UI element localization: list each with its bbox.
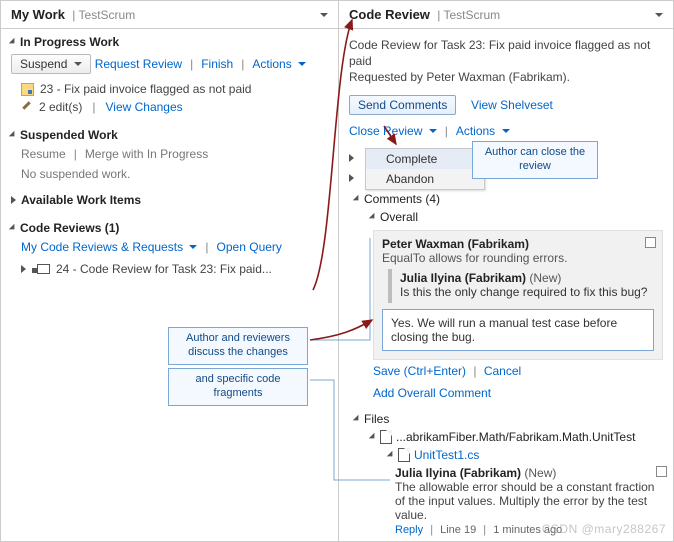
file-comment-body: The allowable error should be a constant… bbox=[395, 480, 663, 522]
thread-author: Peter Waxman (Fabrikam) bbox=[382, 237, 654, 251]
task-label: 23 - Fix paid invoice flagged as not pai… bbox=[40, 82, 251, 96]
chevron-down-icon bbox=[74, 62, 82, 70]
suspended-empty: No suspended work. bbox=[11, 167, 328, 181]
chevron-down-icon bbox=[9, 131, 17, 139]
my-work-pane: My Work | TestScrum In Progress Work Sus… bbox=[1, 1, 339, 541]
task-icon bbox=[21, 83, 34, 96]
chevron-down-icon bbox=[369, 432, 377, 440]
popup-abandon[interactable]: Abandon bbox=[366, 169, 484, 189]
file-row[interactable]: UnitTest1.cs bbox=[355, 446, 663, 464]
open-query-link[interactable]: Open Query bbox=[217, 240, 282, 254]
code-review-header: Code Review | TestScrum bbox=[339, 1, 673, 29]
files-path-row[interactable]: ...abrikamFiber.Math/Fabrikam.Math.UnitT… bbox=[355, 428, 663, 446]
callout-fragments: and specific code fragments bbox=[168, 368, 308, 406]
reply-body: Is this the only change required to fix … bbox=[400, 285, 648, 299]
files-path: ...abrikamFiber.Math/Fabrikam.Math.UnitT… bbox=[396, 430, 635, 444]
callout-discuss: Author and reviewers discuss the changes bbox=[168, 327, 308, 365]
chevron-down-icon bbox=[9, 224, 17, 232]
request-review-link[interactable]: Request Review bbox=[95, 57, 182, 71]
edit-icon bbox=[21, 101, 33, 113]
code-review-item-label: 24 - Code Review for Task 23: Fix paid..… bbox=[56, 262, 272, 276]
file-line: Line 19 bbox=[440, 524, 476, 536]
file-reply-link[interactable]: Reply bbox=[395, 524, 423, 536]
resume-link[interactable]: Resume bbox=[21, 147, 66, 161]
thread-body: EqualTo allows for rounding errors. bbox=[382, 251, 654, 265]
code-review-title: Code Review bbox=[349, 7, 430, 22]
review-description: Code Review for Task 23: Fix paid invoic… bbox=[349, 37, 663, 86]
in-progress-section: In Progress Work Suspend Request Review … bbox=[1, 29, 338, 122]
view-changes-link[interactable]: View Changes bbox=[105, 100, 182, 114]
suspend-button[interactable]: Suspend bbox=[11, 54, 91, 74]
overall-thread: Peter Waxman (Fabrikam) EqualTo allows f… bbox=[373, 230, 663, 360]
cancel-link[interactable]: Cancel bbox=[484, 364, 521, 378]
chevron-right-icon bbox=[349, 154, 354, 162]
popup-complete[interactable]: Complete bbox=[366, 149, 484, 169]
chevron-down-icon bbox=[298, 62, 306, 70]
my-work-menu-chevron[interactable] bbox=[320, 13, 328, 21]
my-work-project: TestScrum bbox=[79, 8, 136, 22]
my-work-header: My Work | TestScrum bbox=[1, 1, 338, 29]
view-shelveset-link[interactable]: View Shelveset bbox=[471, 98, 553, 112]
send-comments-button[interactable]: Send Comments bbox=[349, 95, 456, 115]
close-review-link[interactable]: Close Review bbox=[349, 124, 437, 138]
new-tag: (New) bbox=[529, 271, 561, 285]
add-overall-comment[interactable]: Add Overall Comment bbox=[373, 386, 491, 400]
code-review-menu-chevron[interactable] bbox=[655, 13, 663, 21]
save-link[interactable]: Save (Ctrl+Enter) bbox=[373, 364, 466, 378]
available-section: Available Work Items bbox=[1, 187, 338, 215]
flag-icon[interactable] bbox=[656, 466, 667, 477]
code-review-project: TestScrum bbox=[444, 8, 501, 22]
chevron-down-icon bbox=[502, 129, 510, 137]
merge-link[interactable]: Merge with In Progress bbox=[85, 147, 208, 161]
chevron-right-icon bbox=[349, 174, 354, 182]
actions-link[interactable]: Actions bbox=[252, 57, 306, 71]
thread-reply: Julia Ilyina (Fabrikam) (New) Is this th… bbox=[388, 269, 654, 303]
review-actions-link[interactable]: Actions bbox=[456, 124, 510, 138]
overall-header[interactable]: Overall bbox=[355, 208, 663, 226]
chevron-down-icon bbox=[9, 38, 17, 46]
chevron-down-icon bbox=[387, 450, 395, 458]
close-review-popup: Complete Abandon bbox=[365, 148, 485, 190]
watermark: CSDN @mary288267 bbox=[542, 522, 666, 536]
review-icon bbox=[37, 264, 50, 274]
file-link[interactable]: UnitTest1.cs bbox=[414, 448, 479, 462]
new-tag: (New) bbox=[524, 466, 556, 480]
file-icon bbox=[398, 448, 410, 462]
my-reviews-link[interactable]: My Code Reviews & Requests bbox=[21, 240, 197, 254]
code-reviews-section: Code Reviews (1) My Code Reviews & Reque… bbox=[1, 215, 338, 284]
chevron-down-icon bbox=[369, 212, 377, 220]
reply-input[interactable]: Yes. We will run a manual test case befo… bbox=[382, 309, 654, 351]
reply-author: Julia Ilyina (Fabrikam) bbox=[400, 271, 526, 285]
code-review-pane: Code Review | TestScrum Code Review for … bbox=[339, 1, 673, 541]
suspended-section: Suspended Work Resume | Merge with In Pr… bbox=[1, 122, 338, 187]
chevron-down-icon bbox=[353, 194, 361, 202]
suspended-header[interactable]: Suspended Work bbox=[11, 126, 328, 144]
files-header[interactable]: Files bbox=[355, 410, 663, 428]
file-comment-author: Julia Ilyina (Fabrikam) bbox=[395, 466, 521, 480]
comments-header[interactable]: Comments (4) bbox=[355, 190, 663, 208]
flag-icon[interactable] bbox=[645, 237, 656, 248]
edits-row: 2 edit(s) | View Changes bbox=[11, 98, 328, 116]
callout-close-review: Author can close the review bbox=[472, 141, 598, 179]
my-work-title: My Work bbox=[11, 7, 65, 22]
folder-icon bbox=[380, 430, 392, 444]
code-review-item[interactable]: 24 - Code Review for Task 23: Fix paid..… bbox=[11, 260, 328, 278]
chevron-right-icon bbox=[21, 265, 26, 273]
chevron-down-icon bbox=[189, 245, 197, 253]
in-progress-header[interactable]: In Progress Work bbox=[11, 33, 328, 51]
code-reviews-header[interactable]: Code Reviews (1) bbox=[11, 219, 328, 237]
chevron-down-icon bbox=[429, 129, 437, 137]
finish-link[interactable]: Finish bbox=[201, 57, 233, 71]
chevron-down-icon bbox=[353, 414, 361, 422]
chevron-right-icon bbox=[11, 196, 16, 204]
task-row[interactable]: 23 - Fix paid invoice flagged as not pai… bbox=[11, 80, 328, 98]
available-header[interactable]: Available Work Items bbox=[11, 191, 328, 209]
